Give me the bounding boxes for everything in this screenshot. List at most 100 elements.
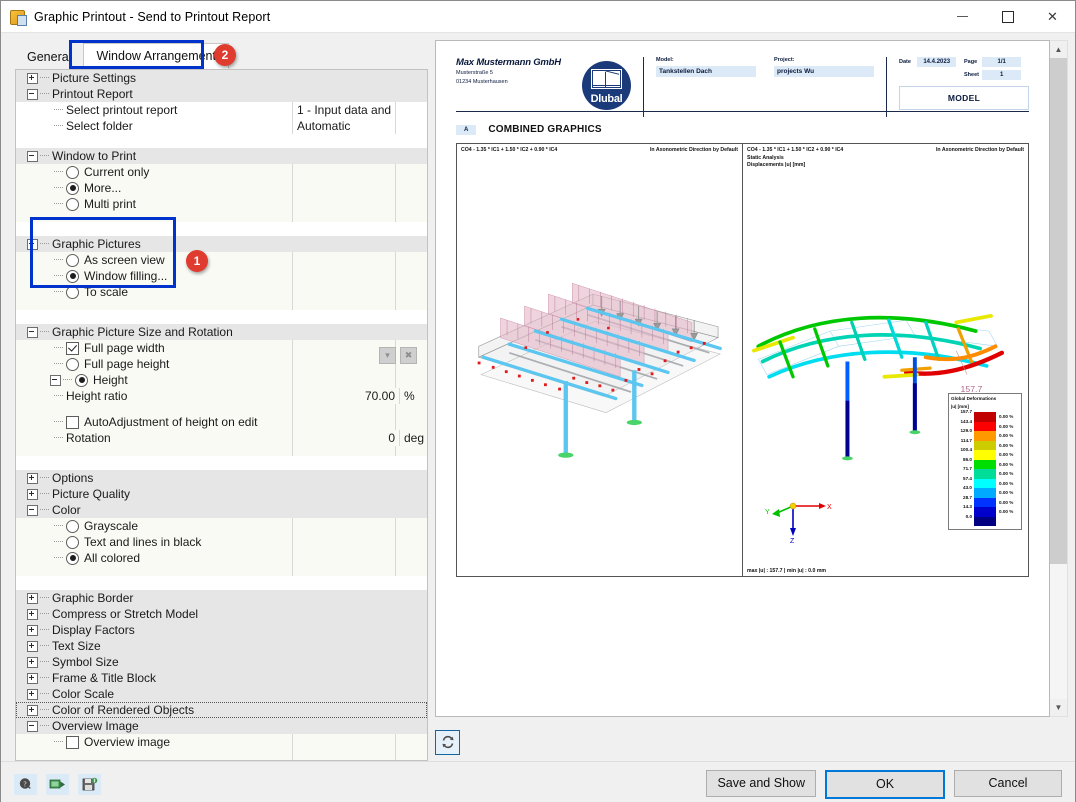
tree-value-cell[interactable] [292, 606, 394, 622]
tree-group-row[interactable]: Frame & Title Block [16, 670, 427, 686]
scroll-down-arrow[interactable]: ▼ [1050, 699, 1067, 716]
tree-group-row[interactable]: Graphic Picture Size and Rotation [16, 324, 427, 340]
tree-value-cell[interactable] [292, 622, 394, 638]
collapse-icon[interactable] [27, 150, 38, 162]
graphic-cell-deformations[interactable]: CO4 - 1.35 * IC1 + 1.50 * IC2 + 0.90 * I… [743, 144, 1028, 576]
tree-value-cell[interactable] [292, 734, 395, 750]
tree-group-row[interactable]: Color of Rendered Objects [16, 702, 427, 718]
tree-item-row[interactable]: Full page height [16, 356, 427, 372]
tree-value-cell[interactable] [292, 670, 394, 686]
tree-item-row[interactable]: As screen view [16, 252, 427, 268]
tree-value-cell[interactable] [292, 284, 395, 300]
tree-value-cell[interactable] [292, 324, 394, 340]
tree-group-row[interactable]: Color [16, 502, 427, 518]
radio-button[interactable] [66, 519, 79, 533]
tree-value-cell[interactable]: 1 - Input data and Intern... [292, 102, 395, 118]
tree-item-row[interactable]: Rotation 0 deg [16, 430, 427, 446]
collapse-icon[interactable] [27, 88, 38, 100]
radio-button[interactable] [66, 285, 79, 299]
expand-icon[interactable] [27, 656, 38, 668]
tree-value-cell[interactable]: Automatic [292, 118, 395, 134]
cancel-button[interactable]: Cancel [954, 769, 1062, 797]
radio-button[interactable] [66, 181, 79, 195]
tree-value-cell[interactable] [292, 252, 395, 268]
preview-scrollbar[interactable]: ▲ ▼ [1050, 40, 1068, 717]
collapse-icon[interactable] [27, 238, 38, 250]
expand-icon[interactable] [27, 704, 38, 716]
tree-value-cell[interactable] [292, 372, 395, 388]
ok-button[interactable]: OK [825, 769, 945, 799]
tab-window-arrangement[interactable]: Window Arrangement [83, 43, 229, 69]
tree-value-cell[interactable] [292, 268, 395, 284]
tree-value-cell[interactable] [292, 196, 395, 212]
save-and-show-button[interactable]: Save and Show [706, 769, 816, 797]
tree-item-row[interactable]: More... [16, 180, 427, 196]
tree-item-row[interactable]: Height [16, 372, 427, 388]
expand-icon[interactable] [27, 672, 38, 684]
tab-general[interactable]: General [15, 45, 83, 69]
expand-icon[interactable] [27, 608, 38, 620]
tree-value-cell[interactable] [292, 534, 395, 550]
tree-group-row[interactable]: Overview Image [16, 718, 427, 734]
tree-value-cell[interactable]: 70.00 [292, 388, 399, 404]
tree-value-cell[interactable] [292, 236, 394, 252]
close-button[interactable]: ✕ [1030, 1, 1075, 32]
tree-value-cell[interactable] [292, 686, 394, 702]
clear-button[interactable]: ✖ [400, 347, 417, 364]
minimize-button[interactable] [940, 1, 985, 32]
maximize-button[interactable] [985, 1, 1030, 32]
checkbox[interactable] [66, 415, 79, 429]
expand-icon[interactable] [27, 640, 38, 652]
tree-item-row[interactable]: To scale [16, 284, 427, 300]
tree-group-row[interactable]: Compress or Stretch Model [16, 606, 427, 622]
tree-group-row[interactable]: Options [16, 470, 427, 486]
tree-value-cell[interactable] [292, 486, 394, 502]
tree-item-row[interactable]: Height ratio 70.00% [16, 388, 427, 404]
tree-item-row[interactable]: Text and lines in black [16, 534, 427, 550]
radio-button[interactable] [66, 253, 79, 267]
tree-value-cell[interactable] [292, 638, 394, 654]
radio-button[interactable] [75, 373, 88, 387]
tree-value-cell[interactable] [292, 180, 395, 196]
tree-value-cell[interactable] [292, 654, 394, 670]
tree-item-row[interactable]: Current only [16, 164, 427, 180]
tree-item-row[interactable]: Select folder Automatic [16, 118, 427, 134]
settings-tree[interactable]: Picture Settings Printout Report Select pr… [15, 69, 428, 761]
collapse-icon[interactable] [50, 374, 61, 386]
radio-button[interactable] [66, 535, 79, 549]
expand-icon[interactable] [27, 592, 38, 604]
radio-button[interactable] [66, 197, 79, 211]
tree-value-cell[interactable] [292, 470, 394, 486]
scroll-track[interactable] [1050, 58, 1067, 699]
expand-icon[interactable] [27, 624, 38, 636]
tree-item-row[interactable]: AutoAdjustment of height on edit [16, 414, 427, 430]
tree-group-row[interactable]: Picture Settings [16, 70, 427, 86]
tree-value-cell[interactable] [292, 414, 395, 430]
tree-value-cell[interactable] [292, 148, 394, 164]
tree-value-cell[interactable]: 0 [292, 430, 399, 446]
checkbox[interactable] [66, 341, 79, 355]
collapse-icon[interactable] [27, 504, 38, 516]
radio-button[interactable] [66, 269, 79, 283]
tree-group-row[interactable]: Graphic Pictures [16, 236, 427, 252]
tree-item-row[interactable]: Window filling... [16, 268, 427, 284]
tree-value-cell[interactable] [292, 86, 394, 102]
scroll-thumb[interactable] [1050, 58, 1067, 565]
save-settings-button[interactable] [78, 773, 101, 795]
tree-item-row[interactable]: All colored [16, 550, 427, 566]
tree-value-cell[interactable] [292, 518, 395, 534]
tree-group-row[interactable]: Color Scale [16, 686, 427, 702]
checkbox[interactable] [66, 735, 79, 749]
radio-button[interactable] [66, 165, 79, 179]
tree-item-row[interactable]: Full page width [16, 340, 427, 356]
expand-icon[interactable] [27, 72, 38, 84]
tree-group-row[interactable]: Printout Report [16, 86, 427, 102]
scroll-up-arrow[interactable]: ▲ [1050, 41, 1067, 58]
tree-value-cell[interactable] [292, 550, 395, 566]
graphic-cell-loads[interactable]: CO4 - 1.35 * IC1 + 1.50 * IC2 + 0.90 * I… [457, 144, 743, 576]
dropdown-button[interactable]: ▾ [379, 347, 396, 364]
tree-item-row[interactable]: Select printout report 1 - Input data and… [16, 102, 427, 118]
tree-value-cell[interactable] [292, 590, 394, 606]
tree-group-row[interactable]: Symbol Size [16, 654, 427, 670]
tree-group-row[interactable]: Display Factors [16, 622, 427, 638]
